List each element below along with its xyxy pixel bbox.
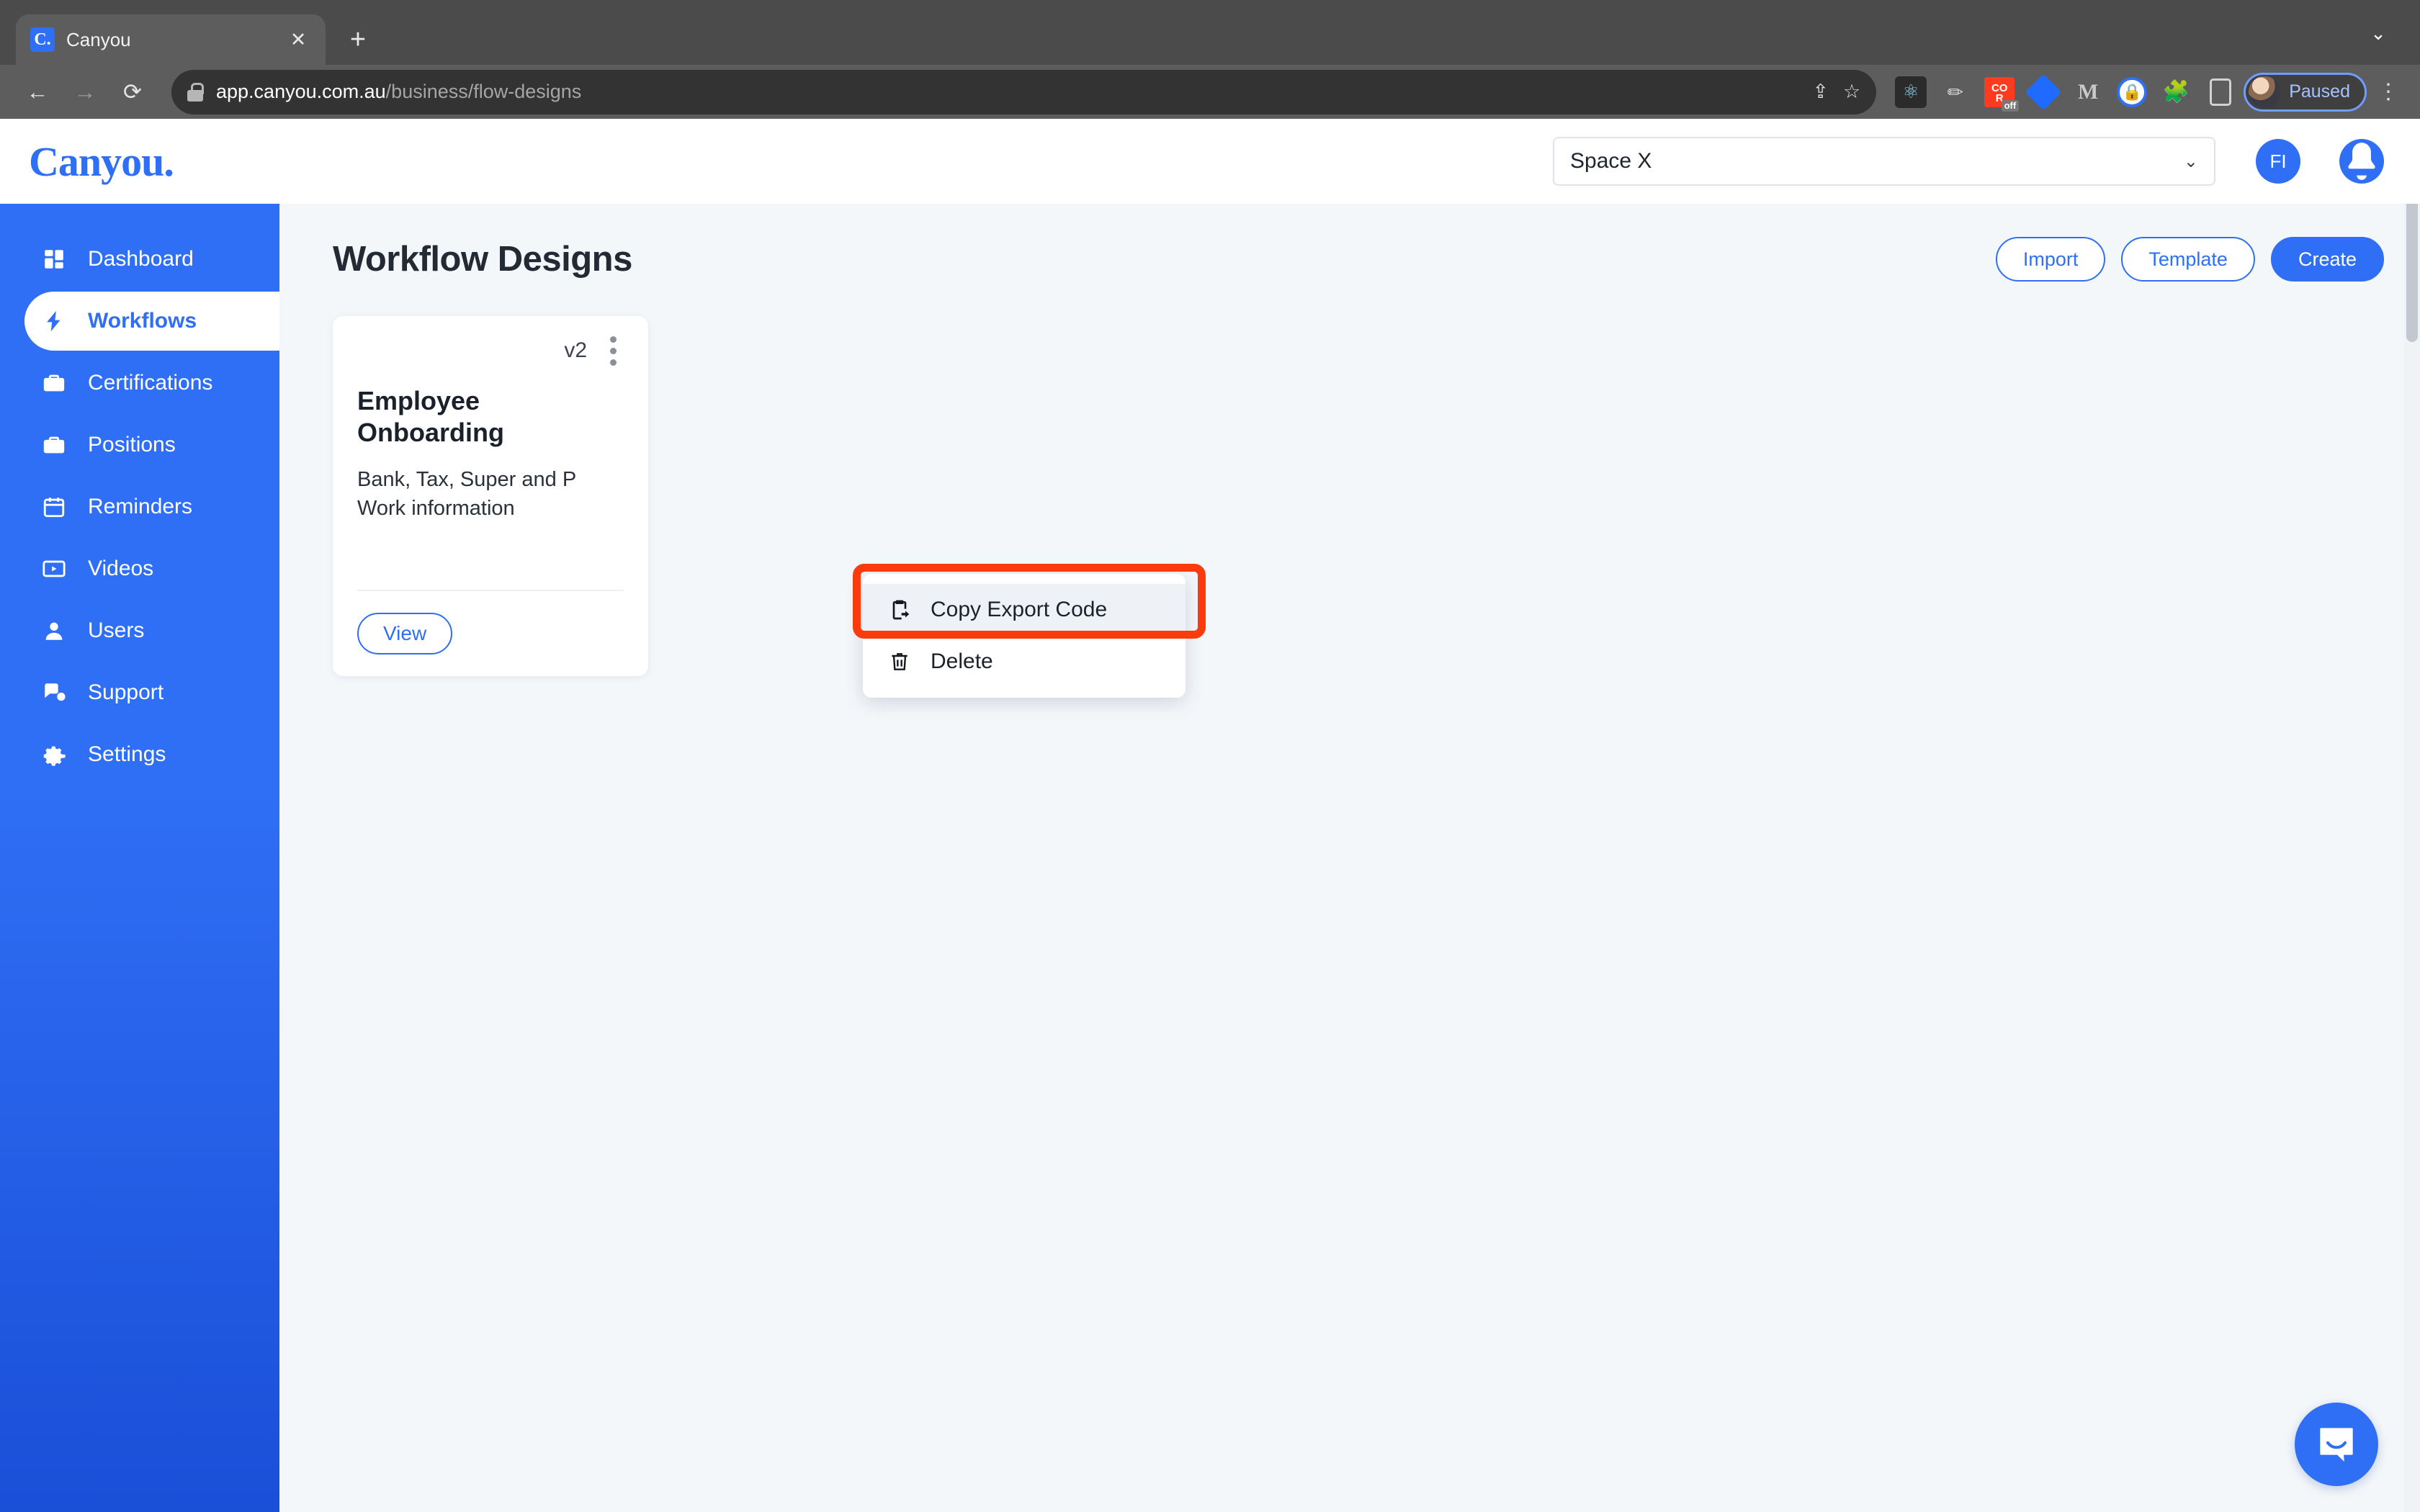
- sidebar-item-label: Settings: [88, 742, 166, 766]
- share-icon[interactable]: ⇪: [1812, 81, 1829, 103]
- header-actions: Import Template Create: [1995, 237, 2384, 282]
- side-panel-icon[interactable]: [2205, 76, 2236, 108]
- briefcase-icon: [42, 433, 66, 457]
- address-bar[interactable]: app.canyou.com.au/business/flow-designs …: [171, 69, 1877, 114]
- sidebar-item-label: Certifications: [88, 371, 213, 395]
- cors-off-badge: off: [2001, 99, 2020, 112]
- card-description: Bank, Tax, Super and P Work information: [357, 467, 576, 520]
- extensions-puzzle-icon[interactable]: 🧩: [2160, 76, 2192, 108]
- app-body: Dashboard Workflows Certifications Posit…: [0, 204, 2420, 1512]
- cors-toggle-icon[interactable]: CO Roff: [1984, 76, 2020, 112]
- clipboard-export-icon: [887, 598, 912, 622]
- lightning-icon: [42, 309, 66, 333]
- sidebar-item-positions[interactable]: Positions: [0, 415, 279, 474]
- import-button[interactable]: Import: [1995, 237, 2106, 282]
- sidebar-item-workflows[interactable]: Workflows: [24, 292, 279, 351]
- sidebar-item-reminders[interactable]: Reminders: [0, 477, 279, 536]
- lock-icon: [187, 82, 204, 102]
- reload-icon[interactable]: ⟳: [112, 72, 153, 112]
- canyou-app: Canyou. Space X ⌄ FI Dashboard Workflows…: [0, 119, 2420, 1512]
- main-content: Workflow Designs Import Template Create …: [279, 204, 2420, 1512]
- content-header: Workflow Designs Import Template Create: [333, 237, 2384, 282]
- app-header: Canyou. Space X ⌄ FI: [0, 119, 2420, 204]
- sidebar-nav: Dashboard Workflows Certifications Posit…: [0, 204, 279, 1512]
- sidebar-item-label: Videos: [88, 557, 154, 580]
- url-path: /business/flow-designs: [385, 81, 582, 102]
- avatar: [2249, 76, 2281, 108]
- canyou-logo[interactable]: Canyou.: [29, 138, 281, 186]
- sidebar-item-label: Reminders: [88, 495, 193, 518]
- sidebar-item-users[interactable]: Users: [0, 601, 279, 660]
- new-tab-icon[interactable]: +: [336, 17, 380, 62]
- notification-bell-icon[interactable]: [2339, 139, 2384, 184]
- pen-tool-icon[interactable]: ✎: [1933, 69, 1978, 114]
- profile-status-label: Paused: [2289, 81, 2350, 102]
- space-selector[interactable]: Space X ⌄: [1553, 137, 2215, 186]
- space-selector-value: Space X: [1570, 149, 1652, 173]
- template-button[interactable]: Template: [2121, 237, 2255, 282]
- sidebar-item-settings[interactable]: Settings: [0, 725, 279, 784]
- tab-favicon: C.: [30, 27, 55, 52]
- sidebar-item-label: Dashboard: [88, 247, 194, 271]
- user-avatar[interactable]: FI: [2256, 139, 2300, 184]
- menu-item-copy-export-code[interactable]: Copy Export Code: [863, 584, 1186, 636]
- chat-help-icon: [42, 680, 66, 705]
- browser-tab-canyou[interactable]: C. Canyou ✕: [16, 14, 326, 65]
- sidebar-item-dashboard[interactable]: Dashboard: [0, 230, 279, 289]
- card-header: v2: [357, 335, 624, 366]
- card-menu-icon[interactable]: [603, 332, 624, 370]
- version-badge: v2: [564, 338, 587, 362]
- extension-icons: ⚛ ✎ CO Roff M 🔒 🧩: [1895, 73, 2236, 112]
- profile-chip[interactable]: Paused: [2244, 72, 2367, 112]
- sidebar-item-support[interactable]: Support: [0, 663, 279, 722]
- bookmark-icon[interactable]: ☆: [1843, 81, 1860, 103]
- menu-item-label: Delete: [931, 649, 993, 673]
- grid-icon: [42, 247, 66, 271]
- card-divider: [357, 590, 624, 591]
- forward-icon: →: [73, 78, 97, 104]
- create-button[interactable]: Create: [2270, 237, 2384, 282]
- menu-item-delete[interactable]: Delete: [863, 636, 1186, 688]
- sidebar-item-label: Support: [88, 680, 164, 704]
- trash-icon: [887, 649, 912, 674]
- card-title: Employee Onboarding: [357, 386, 504, 448]
- sidebar-item-videos[interactable]: Videos: [0, 539, 279, 598]
- chevron-down-icon[interactable]: ⌄: [2358, 13, 2398, 53]
- card-context-menu: Copy Export Code Delete: [863, 574, 1186, 698]
- react-devtools-icon[interactable]: ⚛: [1895, 76, 1927, 108]
- calendar-icon: [42, 495, 66, 519]
- sidebar-item-label: Users: [88, 618, 145, 642]
- chevron-down-icon: ⌄: [2183, 151, 2198, 171]
- sidebar-item-label: Workflows: [88, 309, 197, 333]
- video-icon: [42, 557, 66, 581]
- briefcase-icon: [42, 371, 66, 395]
- gear-icon: [42, 742, 66, 767]
- tab-title: Canyou: [66, 28, 131, 50]
- browser-toolbar: ← → ⟳ app.canyou.com.au/business/flow-de…: [0, 65, 2420, 119]
- browser-menu-icon[interactable]: ⋮: [2374, 79, 2403, 104]
- url-host: app.canyou.com.au: [216, 81, 386, 102]
- back-icon[interactable]: ←: [17, 72, 58, 112]
- intercom-chat-icon[interactable]: [2295, 1403, 2378, 1486]
- url-text: app.canyou.com.au/business/flow-designs: [216, 81, 581, 103]
- page-title: Workflow Designs: [333, 240, 632, 279]
- close-icon[interactable]: ✕: [285, 27, 311, 53]
- tab-strip: C. Canyou ✕ + ⌄: [0, 0, 2420, 65]
- workflow-card[interactable]: v2 Employee Onboarding Bank, Tax, Super …: [333, 316, 648, 676]
- browser-window: C. Canyou ✕ + ⌄ ← → ⟳ app.canyou.com.au/…: [0, 0, 2420, 1512]
- sidebar-item-certifications[interactable]: Certifications: [0, 354, 279, 413]
- sidebar-item-label: Positions: [88, 433, 176, 456]
- view-button[interactable]: View: [357, 613, 453, 654]
- mail-extension-icon[interactable]: M: [2072, 76, 2104, 108]
- password-manager-icon[interactable]: 🔒: [2117, 76, 2148, 107]
- diamond-extension-icon[interactable]: [2025, 73, 2062, 110]
- person-icon: [42, 618, 66, 643]
- menu-item-label: Copy Export Code: [931, 598, 1108, 621]
